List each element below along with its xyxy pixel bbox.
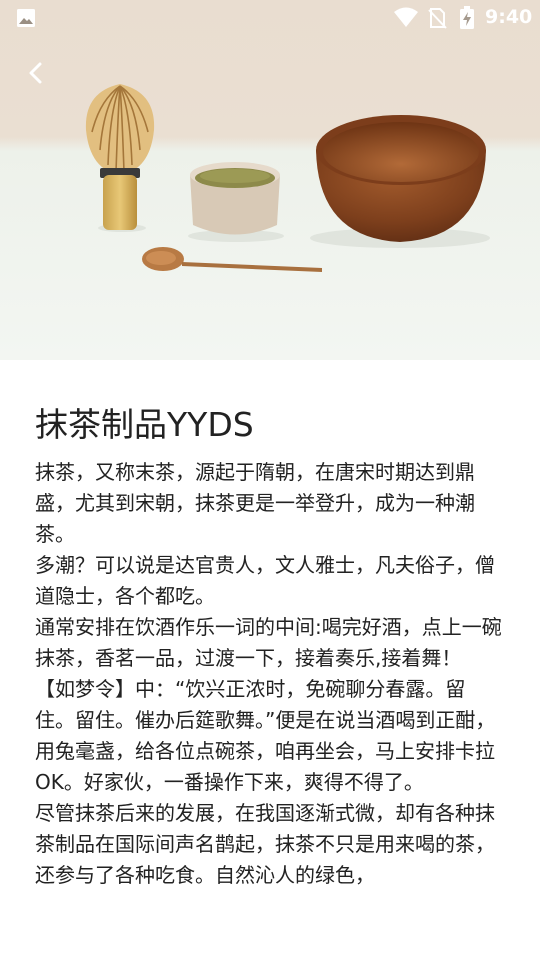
article-paragraph: 【如梦令】中：“饮兴正浓时，免碗聊分春露。留住。留住。催办后筵歌舞。”便是在说当… (35, 677, 496, 794)
matcha-powder-bowl (190, 162, 280, 235)
article-title: 抹茶制品YYDS (35, 405, 254, 444)
battery-charging-icon (459, 6, 475, 35)
status-time: 9:40 (485, 6, 533, 28)
article-body: 抹茶，又称末茶，源起于隋朝，在唐宋时期达到鼎盛，尤其到宋朝，抹茶更是一举登升，成… (35, 457, 505, 891)
matcha-tools-photo (85, 84, 490, 272)
wifi-icon (393, 7, 419, 34)
hero-image (0, 0, 540, 360)
no-sim-icon (427, 7, 447, 34)
chevron-left-icon (29, 62, 42, 84)
article-paragraph: 多潮？可以说是达官贵人，文人雅士，凡夫俗子，僧道隐士，各个都吃。 (35, 553, 495, 608)
article-paragraph: 尽管抹茶后来的发展，在我国逐渐式微，却有各种抹茶制品在国际间声名鹊起，抹茶不只是… (35, 801, 495, 887)
wooden-spoon (142, 247, 322, 272)
status-bar: 9:40 (0, 0, 540, 36)
article-paragraph: 抹茶，又称末茶，源起于隋朝，在唐宋时期达到鼎盛，尤其到宋朝，抹茶更是一举登升，成… (35, 460, 475, 546)
whisk (85, 84, 155, 230)
wooden-bowl (316, 115, 486, 242)
article-paragraph: 通常安排在饮酒作乐一词的中间:喝完好酒，点上一碗抹茶，香茗一品，过渡一下，接着奏… (35, 615, 502, 670)
image-notification-icon (16, 8, 36, 33)
back-button[interactable] (18, 54, 58, 94)
